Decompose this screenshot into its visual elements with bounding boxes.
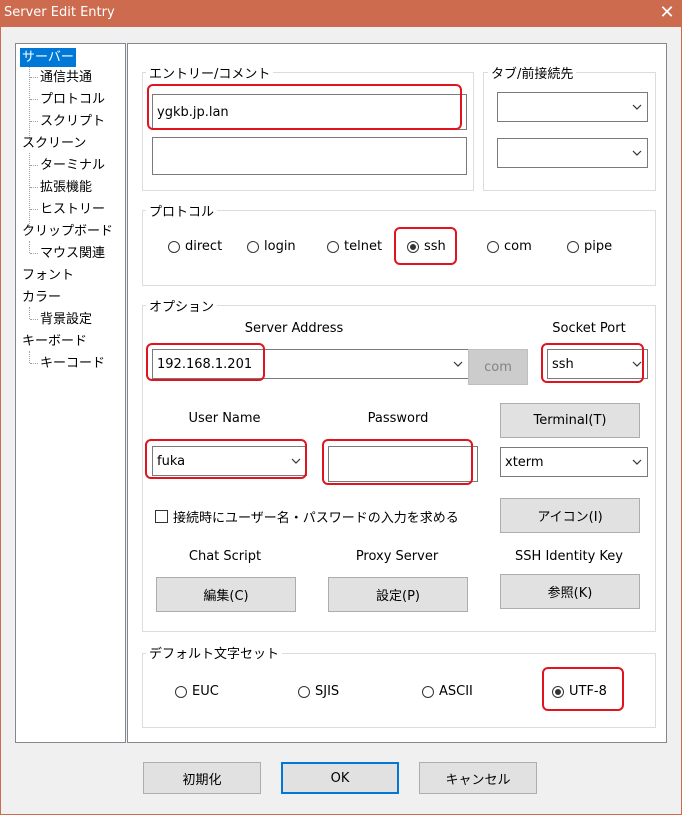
chat-script-label: Chat Script [188,549,262,564]
tree-item-extension[interactable]: 拡張機能 [40,178,92,197]
radio-label: direct [185,239,223,254]
radio-label: EUC [192,684,219,699]
protocol-radio-direct[interactable]: direct [168,239,222,254]
prompt-login-label: 接続時にユーザー名・パスワードの入力を求める [173,511,459,526]
tree-item-screen[interactable]: スクリーン [22,134,86,153]
highlight-utf8 [542,667,624,711]
close-icon[interactable]: ✕ [652,0,682,27]
protocol-radio-telnet[interactable]: telnet [327,239,382,254]
reset-button[interactable]: 初期化 [143,762,261,794]
radio-icon [247,240,259,253]
window-title: Server Edit Entry [4,5,115,20]
tree-line [29,307,30,319]
tree-line [30,187,38,188]
protocol-radio-pipe[interactable]: pipe [567,239,612,254]
protocol-group-label: プロトコル [146,201,218,220]
password-label: Password [367,411,429,426]
entry-group-label: エントリー/コメント [146,63,274,82]
tree-line [30,363,38,364]
socket-port-label: Socket Port [552,321,626,336]
chevron-down-icon [453,361,463,367]
tree-line [30,165,38,166]
ok-button[interactable]: OK [281,762,399,794]
radio-icon [422,685,434,698]
tree-item-server[interactable]: サーバー [20,48,76,67]
tree-item-color[interactable]: カラー [22,288,61,307]
user-name-label: User Name [188,411,261,426]
chevron-down-icon [632,150,642,156]
chevron-down-icon [632,104,642,110]
ssh-key-browse-button[interactable]: 参照(K) [500,574,640,609]
title-bar: Server Edit Entry ✕ [0,0,682,27]
tree-line [30,209,38,210]
terminal-combo[interactable]: xterm [500,447,648,477]
radio-label: com [504,239,532,254]
tree-line [29,351,30,363]
tree-line [29,241,30,253]
radio-icon [567,240,579,253]
tree-item-history[interactable]: ヒストリー [40,200,105,219]
radio-label: pipe [584,239,613,254]
chevron-down-icon [632,459,642,465]
tab-group [483,72,656,191]
options-group-label: オプション [146,296,218,315]
server-address-label: Server Address [244,321,344,336]
icon-button[interactable]: アイコン(I) [500,498,640,533]
tree-item-protocol[interactable]: プロトコル [40,90,105,109]
highlight-socket-port [541,343,644,383]
prompt-login-checkbox[interactable]: 接続時にユーザー名・パスワードの入力を求める [155,507,459,526]
radio-icon [487,240,499,253]
radio-icon [298,685,310,698]
tree-line [30,121,38,122]
highlight-server-address [146,343,265,381]
tree-line [30,319,38,320]
highlight-ssh [394,227,457,265]
checkbox-icon [155,510,168,523]
com-button[interactable]: com [468,349,528,385]
tree-item-script[interactable]: スクリプト [40,112,105,131]
tree-item-font[interactable]: フォント [22,266,74,285]
protocol-radio-login[interactable]: login [247,239,296,254]
terminal-button[interactable]: Terminal(T) [500,403,640,438]
highlight-password [322,439,473,485]
charset-group-label: デフォルト文字セット [146,643,283,662]
tree-item-terminal[interactable]: ターミナル [40,156,105,175]
charset-radio-sjis[interactable]: SJIS [298,684,339,699]
tab-group-label: タブ/前接続先 [488,63,577,82]
ssh-key-label: SSH Identity Key [515,549,623,564]
charset-radio-euc[interactable]: EUC [175,684,219,699]
radio-label: SJIS [315,684,340,699]
settings-panel: エントリー/コメント ygkb.jp.lan タブ/前接続先 プロトコル dir… [127,43,667,743]
radio-icon [168,240,180,253]
tree-line [30,253,38,254]
radio-label: ASCII [439,684,473,699]
tree-item-clipboard[interactable]: クリップボード [22,222,113,241]
charset-radio-ascii[interactable]: ASCII [422,684,473,699]
tab-combo-2[interactable] [497,138,648,168]
radio-label: login [264,239,296,254]
proxy-settings-button[interactable]: 設定(P) [328,577,468,612]
protocol-radio-com[interactable]: com [487,239,532,254]
terminal-value: xterm [505,454,544,470]
tree-item-mouse[interactable]: マウス関連 [40,244,105,263]
settings-tree[interactable]: サーバー 通信共通 プロトコル スクリプト スクリーン ターミナル 拡張機能 ヒ… [15,43,126,743]
proxy-server-label: Proxy Server [355,549,439,564]
tree-item-comm[interactable]: 通信共通 [40,68,92,87]
cancel-button[interactable]: キャンセル [419,762,537,794]
tree-item-keycode[interactable]: キーコード [40,354,105,373]
comment-field[interactable] [152,137,467,175]
radio-label: telnet [344,239,383,254]
radio-icon [327,240,339,253]
highlight-user-name [145,439,307,479]
radio-icon [175,685,187,698]
chat-script-edit-button[interactable]: 編集(C) [156,577,296,612]
tree-item-keyboard[interactable]: キーボード [22,332,87,351]
highlight-entry [147,84,462,130]
tree-item-background[interactable]: 背景設定 [40,310,92,329]
tree-line [30,77,38,78]
tab-combo-1[interactable] [497,92,648,122]
tree-line [30,99,38,100]
